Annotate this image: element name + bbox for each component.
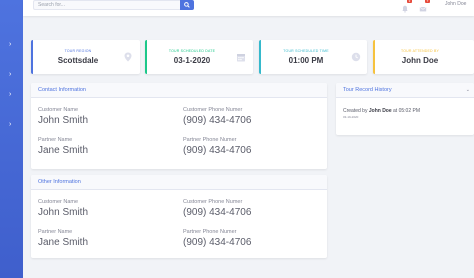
history-entry: Created by John Doe at 05:02 PM: [343, 108, 420, 114]
history-created-prefix: Created by: [343, 108, 368, 114]
customer-name-label: Customer Name: [38, 199, 79, 205]
customer-name-value: John Smith: [38, 115, 89, 126]
customer-phone-label: Customer Phone Numer: [183, 199, 243, 205]
stat-value: John Doe: [401, 56, 439, 65]
card-title: Contact Information: [38, 87, 86, 93]
stat-card-tour-region: TOUR REGION Scottsdale: [31, 40, 140, 74]
partner-name-value: Jane Smith: [38, 237, 89, 248]
partner-phone-value: (909) 434-4706: [183, 237, 252, 248]
stat-card-scheduled-date: TOUR SCHEDULED DATE 03-1-2020: [145, 40, 253, 74]
customer-phone-label: Customer Phone Numer: [183, 107, 243, 113]
partner-phone-label: Partner Phone Numer: [183, 229, 237, 235]
calendar-icon: [237, 54, 245, 62]
chevron-down-icon[interactable]: ⌄: [466, 87, 470, 93]
partner-phone-value: (909) 434-4706: [183, 145, 252, 156]
stat-label: TOUR SCHEDULED DATE: [168, 49, 216, 53]
user-name[interactable]: John Doe: [445, 0, 466, 8]
history-created-by: John Doe: [368, 108, 392, 114]
map-marker-icon: [124, 52, 132, 62]
partner-name-value: Jane Smith: [38, 145, 89, 156]
customer-name-label: Customer Name: [38, 107, 79, 113]
customer-phone-value: (909) 434-4706: [183, 207, 252, 218]
card-header: Other Information: [31, 175, 327, 190]
customer-phone-value: (909) 434-4706: [183, 115, 252, 126]
search-icon: [184, 2, 190, 8]
partner-name-label: Partner Name: [38, 229, 73, 235]
sidebar-chevron-right-icon[interactable]: ›: [9, 91, 11, 98]
card-header[interactable]: Tour Record History ⌄: [336, 83, 474, 98]
card-title: Other Information: [38, 179, 81, 185]
other-information-card: Other Information Customer Name John Smi…: [31, 175, 327, 258]
stat-card-attended-by: TOUR ATTENDED BY John Doe: [373, 40, 474, 74]
sidebar-chevron-right-icon[interactable]: ›: [9, 121, 11, 128]
history-date: 03-19-2020: [343, 115, 359, 119]
clock-icon: [351, 52, 361, 62]
messages-badge: 7: [425, 0, 430, 3]
stat-label: TOUR SCHEDULED TIME: [283, 49, 329, 53]
stat-value: Scottsdale: [57, 56, 99, 65]
stat-value: 01:00 PM: [288, 56, 324, 65]
sidebar-chevron-right-icon[interactable]: ›: [9, 41, 11, 48]
alerts-badge: 3: [407, 0, 412, 3]
card-title: Tour Record History: [343, 87, 392, 93]
history-created-suffix: at 05:02 PM: [393, 108, 420, 114]
partner-phone-label: Partner Phone Numer: [183, 137, 237, 143]
stat-label: TOUR ATTENDED BY: [400, 49, 440, 53]
contact-information-card: Contact Information Customer Name John S…: [31, 83, 327, 169]
topbar: Search for... 3 7 John Doe: [23, 0, 474, 16]
tour-record-history-card: Tour Record History ⌄ Created by John Do…: [336, 83, 474, 135]
bell-icon[interactable]: 3: [401, 0, 412, 13]
partner-name-label: Partner Name: [38, 137, 73, 143]
search-button[interactable]: [180, 0, 194, 10]
search-input[interactable]: Search for...: [33, 0, 181, 10]
stat-card-scheduled-time: TOUR SCHEDULED TIME 01:00 PM: [259, 40, 367, 74]
sidebar: › › › ›: [0, 0, 23, 278]
envelope-icon[interactable]: 7: [419, 0, 430, 12]
customer-name-value: John Smith: [38, 207, 89, 218]
card-header: Contact Information: [31, 83, 327, 98]
sidebar-chevron-right-icon[interactable]: ›: [9, 71, 11, 78]
stat-label: TOUR REGION: [64, 49, 92, 53]
stat-value: 03-1-2020: [173, 56, 211, 65]
